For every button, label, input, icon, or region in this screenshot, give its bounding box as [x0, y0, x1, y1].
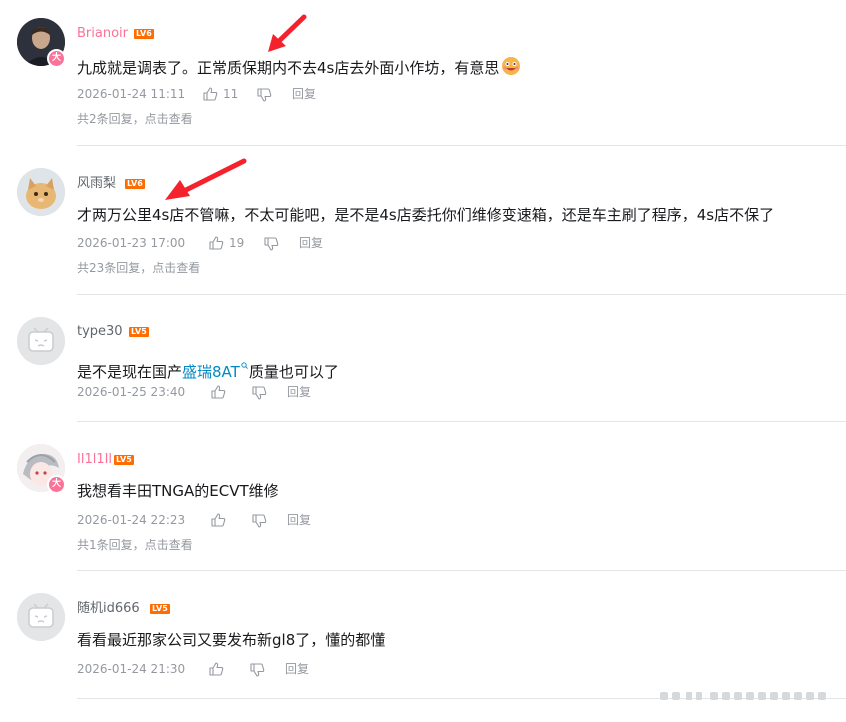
level-badge: LV6 [134, 29, 154, 39]
comment-text: 我想看丰田TNGA的ECVT维修 [77, 482, 279, 500]
thumb-up-icon[interactable] [211, 385, 226, 399]
vip-badge: 大 [47, 49, 66, 68]
like-count: 11 [223, 87, 239, 101]
thumb-down-icon[interactable] [252, 514, 267, 528]
annotation-arrow-icon [165, 158, 247, 200]
divider [77, 570, 846, 571]
comment-text: 才两万公里4s店不管嘛，不太可能吧，是不是4s店委托你们维修变速箱，还是车主刷了… [77, 206, 775, 224]
view-replies-link[interactable]: 共23条回复，点击查看 [77, 260, 200, 276]
thumb-down-icon[interactable] [252, 386, 267, 400]
level-badge: LV5 [129, 327, 149, 337]
thumb-down-icon[interactable] [250, 663, 265, 677]
thumb-up-icon[interactable] [209, 662, 224, 676]
divider [77, 294, 846, 295]
doge-laugh-emoji [501, 56, 521, 81]
avatar[interactable] [17, 593, 65, 641]
comment-time: 2026-01-23 17:00 [77, 236, 186, 250]
comment-text-before: 是不是现在国产 [77, 363, 183, 381]
reply-button[interactable]: 回复 [287, 384, 311, 400]
username[interactable]: 风雨梨 [77, 176, 116, 192]
search-jump-link[interactable]: 盛瑞8AT [182, 363, 240, 381]
thumb-down-icon[interactable] [264, 237, 279, 251]
level-badge: LV6 [125, 179, 145, 189]
thumb-down-icon[interactable] [257, 88, 272, 102]
thumb-up-icon[interactable] [203, 87, 218, 101]
divider [77, 145, 846, 146]
comment-text: 九成就是调表了。正常质保期内不去4s店去外面小作坊，有意思 [77, 56, 521, 81]
annotation-arrow-icon [268, 14, 307, 52]
view-replies-link[interactable]: 共2条回复，点击查看 [77, 111, 193, 127]
username[interactable]: Brianoir [77, 26, 128, 42]
comment-time: 2026-01-24 22:23 [77, 513, 186, 527]
comment-time: 2026-01-25 23:40 [77, 385, 186, 399]
thumb-up-icon[interactable] [211, 513, 226, 527]
username[interactable]: 随机id666 [77, 601, 140, 617]
level-badge: LV5 [114, 455, 134, 465]
username[interactable]: type30 [77, 324, 123, 340]
avatar[interactable] [17, 317, 65, 365]
reply-button[interactable]: 回复 [292, 86, 316, 102]
comment-text-body: 九成就是调表了。正常质保期内不去4s店去外面小作坊，有意思 [77, 59, 500, 77]
comment-text-after: 质量也可以了 [248, 363, 339, 381]
comment-text: 看看最近那家公司又要发布新gl8了，懂的都懂 [77, 631, 386, 649]
comment-text: 是不是现在国产盛瑞8AT 质量也可以了 [77, 354, 339, 382]
search-icon[interactable] [241, 354, 248, 374]
like-count: 19 [229, 236, 245, 250]
reply-button[interactable]: 回复 [299, 235, 323, 251]
username[interactable]: Il1l1Il [77, 452, 112, 468]
reply-button[interactable]: 回复 [287, 512, 311, 528]
divider [77, 421, 846, 422]
comment-time: 2026-01-24 11:11 [77, 87, 186, 101]
reply-button[interactable]: 回复 [285, 661, 309, 677]
level-badge: LV5 [150, 604, 170, 614]
vip-badge: 大 [47, 475, 66, 494]
avatar[interactable] [17, 168, 65, 216]
thumb-up-icon[interactable] [209, 236, 224, 250]
view-replies-link[interactable]: 共1条回复，点击查看 [77, 537, 193, 553]
watermark [660, 690, 840, 700]
comment-time: 2026-01-24 21:30 [77, 662, 186, 676]
